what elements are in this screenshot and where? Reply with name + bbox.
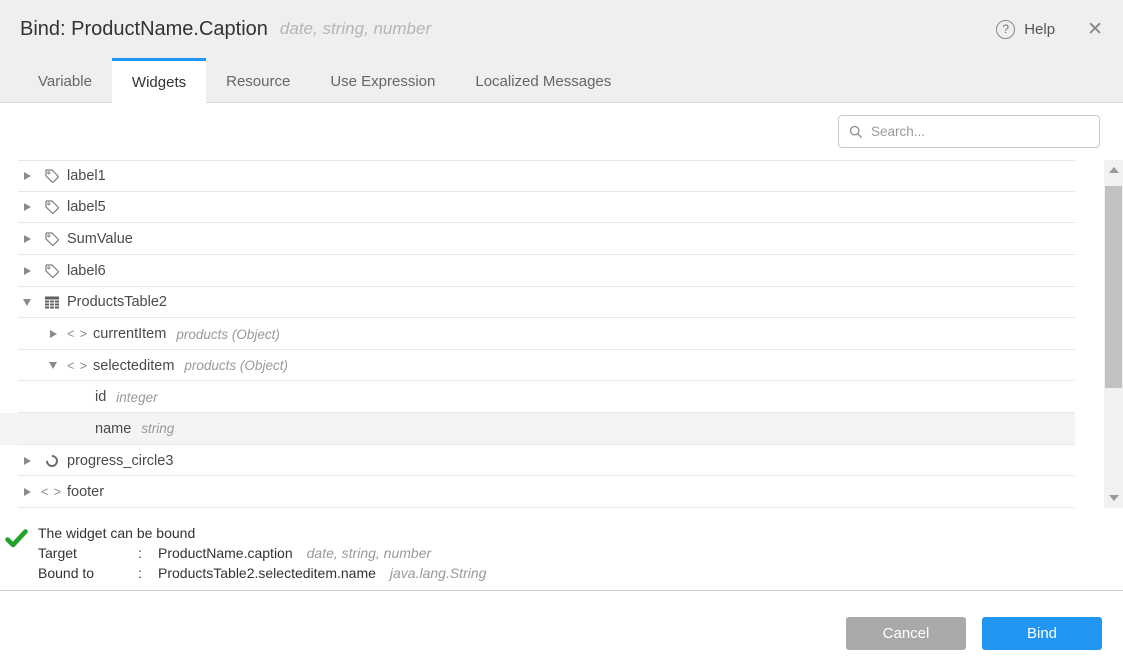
tab-variable[interactable]: Variable xyxy=(18,58,112,102)
code-icon: < > xyxy=(69,327,86,341)
tree-row-id[interactable]: id integer xyxy=(0,381,1075,413)
tree-item-label: selecteditem xyxy=(93,358,174,374)
code-icon: < > xyxy=(69,359,86,373)
tree-item-type: string xyxy=(141,421,174,436)
expand-arrow-icon[interactable] xyxy=(20,235,34,243)
expand-arrow-icon[interactable] xyxy=(20,203,34,211)
expand-arrow-icon[interactable] xyxy=(20,457,34,465)
collapse-arrow-icon[interactable] xyxy=(20,299,34,306)
tree-item-label: footer xyxy=(67,484,104,500)
tree-row-progress-circle3[interactable]: progress_circle3 xyxy=(0,445,1075,477)
tree-item-type: integer xyxy=(116,390,157,405)
tag-icon xyxy=(43,199,60,215)
bind-dialog: Bind: ProductName.Caption date, string, … xyxy=(0,0,1123,671)
tree-item-label: ProductsTable2 xyxy=(67,294,167,310)
search-row xyxy=(0,103,1123,160)
tab-widgets[interactable]: Widgets xyxy=(112,58,206,103)
status-target-value: ProductName.caption xyxy=(158,543,293,563)
widget-tree: label1 label5 SumValue xyxy=(0,160,1123,508)
tree-row-label6[interactable]: label6 xyxy=(0,255,1075,287)
help-link[interactable]: Help xyxy=(1024,21,1055,38)
tab-use-expression[interactable]: Use Expression xyxy=(310,58,455,102)
checkmark-icon xyxy=(4,526,28,555)
tree-item-type: products (Object) xyxy=(184,358,288,373)
tree-item-label: SumValue xyxy=(67,231,133,247)
tree-item-label: currentItem xyxy=(93,326,166,342)
scroll-up-icon[interactable] xyxy=(1104,160,1123,180)
tree-row-footer[interactable]: < > footer xyxy=(0,476,1075,508)
tab-localized-messages[interactable]: Localized Messages xyxy=(455,58,631,102)
search-icon xyxy=(849,125,863,139)
tree-item-label: label5 xyxy=(67,199,106,215)
tree-item-label: id xyxy=(95,389,106,405)
status-boundto-row: Bound to : ProductsTable2.selecteditem.n… xyxy=(38,563,1123,583)
circle-icon xyxy=(43,455,60,467)
tree-item-label: label1 xyxy=(67,168,106,184)
status-boundto-value: ProductsTable2.selecteditem.name xyxy=(158,563,376,583)
status-target-type: date, string, number xyxy=(307,543,432,563)
tree-item-type: products (Object) xyxy=(176,327,280,342)
close-icon[interactable]: ✕ xyxy=(1087,20,1103,39)
tree-item-label: name xyxy=(95,421,131,437)
dialog-subtitle: date, string, number xyxy=(280,19,431,39)
tag-icon xyxy=(43,263,60,279)
tab-bar: Variable Widgets Resource Use Expression… xyxy=(0,58,1123,103)
tree-item-label: label6 xyxy=(67,263,106,279)
expand-arrow-icon[interactable] xyxy=(46,330,60,338)
status-colon: : xyxy=(138,543,158,563)
table-icon xyxy=(43,295,60,310)
tab-resource[interactable]: Resource xyxy=(206,58,310,102)
tree-row-productstable2[interactable]: ProductsTable2 xyxy=(0,287,1075,319)
expand-arrow-icon[interactable] xyxy=(20,267,34,275)
dialog-footer: Cancel Bind xyxy=(0,590,1123,671)
search-box[interactable] xyxy=(838,115,1100,148)
scrollbar-thumb[interactable] xyxy=(1105,186,1122,388)
dialog-title: Bind: ProductName.Caption xyxy=(20,18,268,41)
scroll-down-icon[interactable] xyxy=(1104,488,1123,508)
tree-row-sumvalue[interactable]: SumValue xyxy=(0,223,1075,255)
status-boundto-type: java.lang.String xyxy=(390,563,487,583)
tree-row-currentitem[interactable]: < > currentItem products (Object) xyxy=(0,318,1075,350)
bind-button[interactable]: Bind xyxy=(982,617,1102,650)
search-input[interactable] xyxy=(871,124,1071,139)
expand-arrow-icon[interactable] xyxy=(20,172,34,180)
tree-row-label5[interactable]: label5 xyxy=(0,192,1075,224)
status-colon: : xyxy=(138,563,158,583)
cancel-button[interactable]: Cancel xyxy=(846,617,966,650)
status-target-label: Target xyxy=(38,543,138,563)
code-icon: < > xyxy=(43,485,60,499)
tree-row-name-selected[interactable]: name string xyxy=(0,413,1075,445)
tree-row-selecteditem[interactable]: < > selecteditem products (Object) xyxy=(0,350,1075,382)
status-target-row: Target : ProductName.caption date, strin… xyxy=(38,543,1123,563)
tag-icon xyxy=(43,168,60,184)
status-message: The widget can be bound xyxy=(38,523,1123,543)
tree-item-label: progress_circle3 xyxy=(67,453,173,469)
collapse-arrow-icon[interactable] xyxy=(46,362,60,369)
tree-row-label1[interactable]: label1 xyxy=(0,160,1075,192)
expand-arrow-icon[interactable] xyxy=(20,488,34,496)
binding-status-panel: The widget can be bound Target : Product… xyxy=(0,508,1123,590)
dialog-header: Bind: ProductName.Caption date, string, … xyxy=(0,0,1123,58)
help-icon[interactable]: ? xyxy=(996,20,1015,39)
status-boundto-label: Bound to xyxy=(38,563,138,583)
tree-scrollbar[interactable] xyxy=(1104,160,1123,508)
tag-icon xyxy=(43,231,60,247)
